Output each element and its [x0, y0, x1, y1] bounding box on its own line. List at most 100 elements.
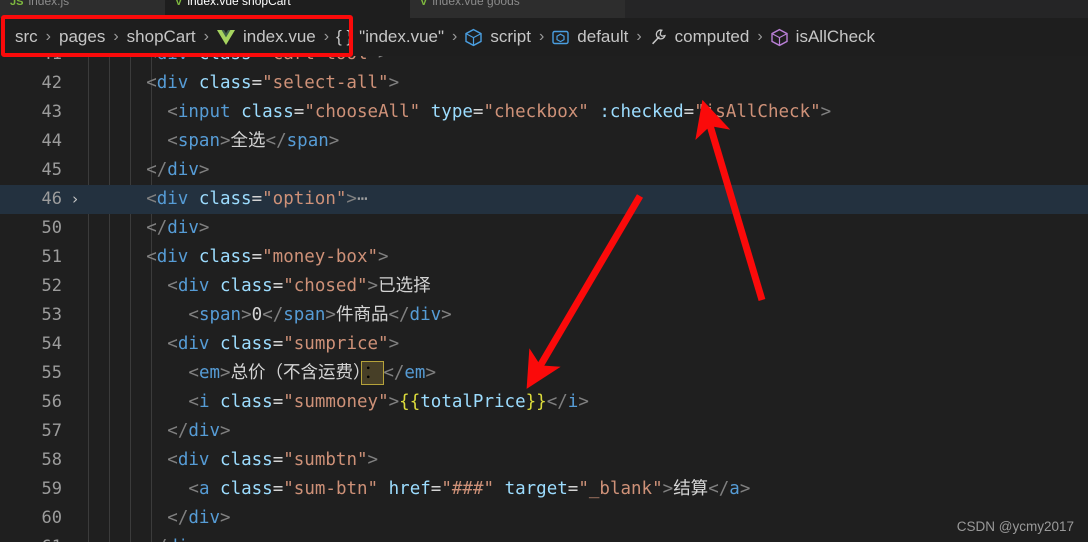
tab-index-vue-shopcart[interactable]: Vindex.vue shopCart	[165, 0, 410, 18]
breadcrumb-item-shopcart[interactable]: shopCart	[126, 27, 197, 47]
code-token: "option"	[262, 189, 347, 209]
breadcrumb: src › pages › shopCart › index.vue › { }…	[0, 18, 1088, 56]
code-token: >	[662, 479, 674, 499]
code-token: div	[156, 189, 189, 209]
selected-token: ：	[360, 361, 385, 385]
code-token: >	[367, 450, 379, 470]
code-line[interactable]: 44 <span>全选</span>	[0, 127, 1088, 156]
code-token: <	[146, 189, 157, 209]
code-token: class	[220, 450, 273, 470]
code-token: ⋯	[356, 189, 368, 209]
code-text: <div class="cart-tool">	[146, 56, 388, 69]
breadcrumb-item-computed[interactable]: computed	[649, 27, 751, 47]
code-token: "checkbox"	[483, 102, 589, 122]
chevron-right-icon: ›	[757, 28, 763, 45]
breadcrumb-item-default[interactable]: default	[551, 27, 629, 47]
code-token: class	[220, 479, 273, 499]
code-line[interactable]: 43 <input class="chooseAll" type="checkbo…	[0, 98, 1088, 127]
code-line[interactable]: 60 </div>	[0, 504, 1088, 533]
code-text: <span>0</span>件商品</div>	[188, 301, 451, 330]
code-token: </	[146, 537, 167, 542]
code-token: =	[293, 102, 305, 122]
code-token: span	[283, 305, 326, 325]
chevron-right-icon: ›	[113, 28, 119, 45]
line-number: 60	[41, 508, 62, 528]
code-token: class	[220, 276, 273, 296]
code-line[interactable]: 52 <div class="chosed">已选择	[0, 272, 1088, 301]
code-token: <	[146, 73, 157, 93]
code-line[interactable]: 56 <i class="summoney">{{totalPrice}}</i>	[0, 388, 1088, 417]
line-number: 57	[41, 421, 62, 441]
code-line[interactable]: 51 <div class="money-box">	[0, 243, 1088, 272]
code-token: 已选择	[378, 276, 431, 296]
code-line[interactable]: 50 </div>	[0, 214, 1088, 243]
code-token: >	[198, 160, 210, 180]
code-token: </	[146, 160, 168, 180]
code-token: "###"	[441, 479, 495, 499]
tab-index-js[interactable]: JS index.js	[0, 0, 165, 18]
breadcrumb-item-pages[interactable]: pages	[58, 27, 106, 47]
code-line[interactable]: 42 <div class="select-all">	[0, 69, 1088, 98]
breadcrumb-item-index-vue[interactable]: index.vue	[216, 27, 317, 47]
code-token: div	[156, 247, 189, 267]
code-token: a	[198, 479, 210, 499]
code-token: >	[425, 363, 437, 383]
code-token: class	[199, 56, 252, 64]
line-number: 54	[41, 334, 62, 354]
code-token: totalPrice	[420, 392, 526, 412]
code-line[interactable]: 61 </div>	[0, 533, 1088, 542]
js-file-icon: JS	[10, 0, 24, 8]
code-token: 0	[251, 305, 263, 325]
code-token: {{	[399, 392, 421, 412]
code-text: <div class="sumprice">	[167, 330, 399, 359]
code-token: div	[167, 218, 199, 238]
code-text: </div>	[146, 156, 209, 185]
code-token: >	[388, 73, 400, 93]
breadcrumb-item-src[interactable]: src	[14, 27, 39, 47]
code-token: "sum-btn"	[283, 479, 379, 499]
code-token: div	[167, 160, 199, 180]
code-token: "isAllCheck"	[694, 102, 821, 122]
code-token: "cart-tool"	[262, 56, 378, 64]
code-token: <	[167, 334, 178, 354]
code-line[interactable]: 45 </div>	[0, 156, 1088, 185]
chevron-right-icon: ›	[323, 28, 330, 45]
code-token: class	[241, 102, 294, 122]
code-token: </	[262, 305, 284, 325]
code-token: 结算	[673, 479, 709, 499]
code-token: span	[198, 305, 242, 325]
code-token: div	[177, 334, 210, 354]
code-token: >	[328, 131, 340, 151]
code-token: input	[177, 102, 231, 122]
tab-index-vue-goods[interactable]: Vindex.vue goods	[410, 0, 625, 18]
line-number: 43	[41, 102, 62, 122]
code-line[interactable]: 55 <em>总价（不含运费）： </em>	[0, 359, 1088, 388]
code-line[interactable]: 58 <div class="sumbtn">	[0, 446, 1088, 475]
code-line[interactable]: 54 <div class="sumprice">	[0, 330, 1088, 359]
fold-chevron-icon[interactable]: ›	[68, 185, 82, 214]
code-line[interactable]: 46 › <div class="option">⋯	[0, 185, 1088, 214]
breadcrumb-item-isallcheck[interactable]: isAllCheck	[770, 27, 876, 47]
symbol-module-icon	[551, 28, 570, 47]
code-token: "money-box"	[262, 247, 379, 267]
code-line[interactable]: 53 <span>0</span>件商品</div>	[0, 301, 1088, 330]
code-token: "chooseAll"	[304, 102, 421, 122]
code-token: span	[286, 131, 329, 151]
breadcrumb-item-script[interactable]: script	[464, 27, 532, 47]
code-token: 全选	[230, 131, 266, 151]
code-line[interactable]: 59 <a class="sum-btn" href="###" target="…	[0, 475, 1088, 504]
code-token: >	[739, 479, 751, 499]
line-number: 51	[41, 247, 62, 267]
code-line[interactable]: 57 </div>	[0, 417, 1088, 446]
chevron-right-icon: ›	[203, 28, 209, 45]
code-editor[interactable]: 41<div class="cart-tool">42<div class="s…	[0, 56, 1088, 542]
watermark: CSDN @ycmy2017	[956, 519, 1074, 534]
breadcrumb-item-index-vue-symbol[interactable]: { } "index.vue"	[336, 27, 445, 47]
code-lines: 41<div class="cart-tool">42<div class="s…	[0, 56, 1088, 542]
chevron-right-icon: ›	[452, 28, 458, 45]
code-line[interactable]: 41 <div class="cart-tool">	[0, 56, 1088, 69]
code-token: </	[146, 218, 168, 238]
line-number: 50	[41, 218, 62, 238]
